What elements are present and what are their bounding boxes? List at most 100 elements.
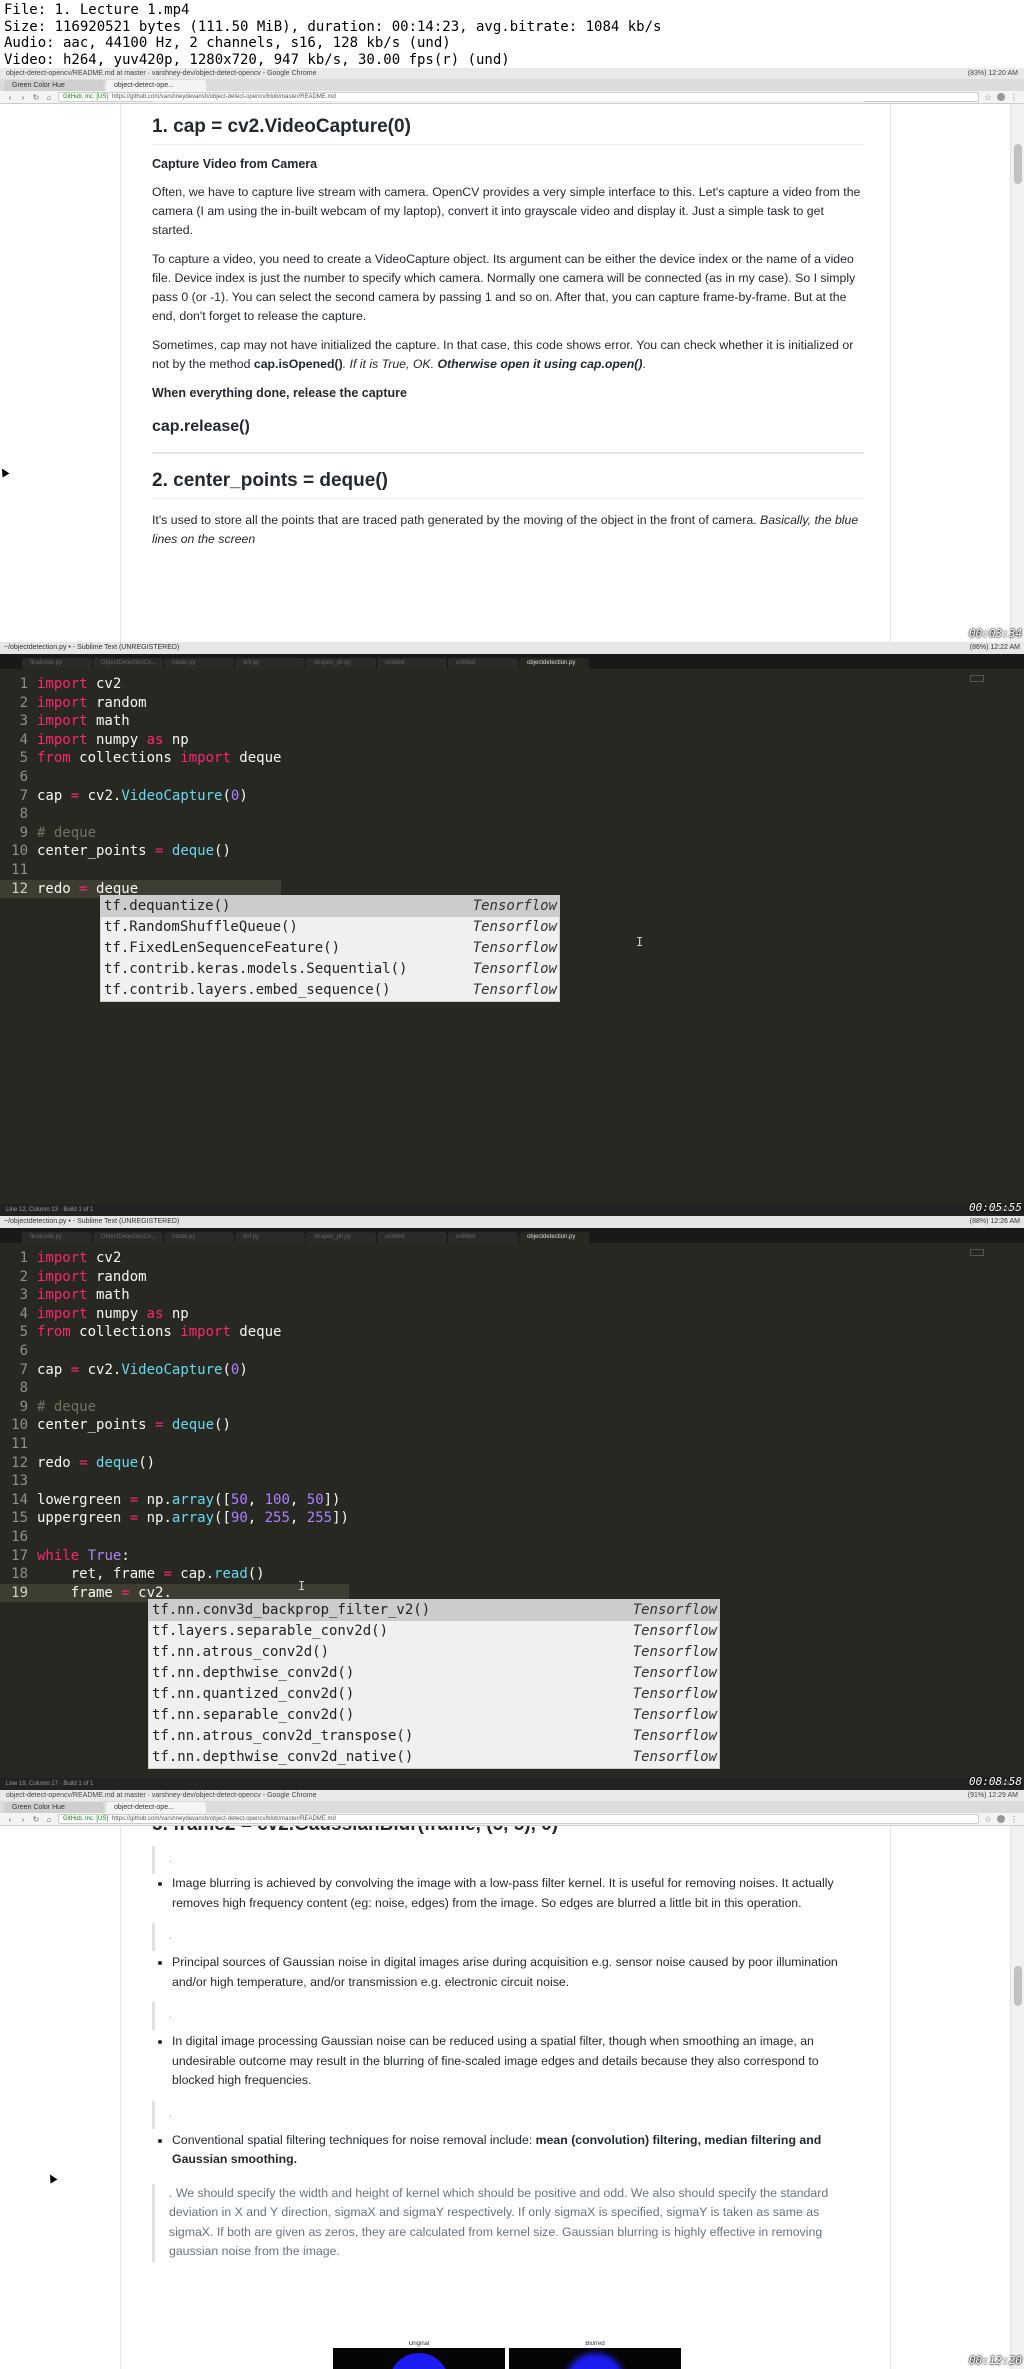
- bullet-list: Conventional spatial filtering technique…: [152, 2131, 864, 2170]
- editor-tab[interactable]: ObjectDetectionCo...: [93, 658, 163, 669]
- editor-tab[interactable]: rotate.py: [164, 1232, 234, 1243]
- system-tray: (88%) 12:26 AM: [969, 1218, 1020, 1225]
- code-editor[interactable]: 1 import cv2 2 import random 3 import math …: [0, 669, 1024, 1204]
- editor-tab[interactable]: untitled: [377, 658, 447, 669]
- address-row: ‹ › ↻ ⌂ GitHub, Inc. [US] https://github.…: [0, 91, 1024, 104]
- browser-tab[interactable]: Green Color Hue: [4, 80, 104, 91]
- editor-title: ~/objectdetection.py • - Sublime Text (U…: [4, 644, 180, 651]
- status-position: Line 12, Column 13 · Build 1 of 1: [6, 1207, 94, 1213]
- autocomplete-item[interactable]: tf.nn.depthwise_conv2d() Tensorflow: [149, 1663, 719, 1684]
- blockquote: .: [152, 1846, 864, 1874]
- back-icon[interactable]: ‹: [6, 93, 14, 102]
- autocomplete-item[interactable]: tf.contrib.layers.embed_sequence() Tensor…: [101, 980, 559, 1001]
- editor-tab[interactable]: rotate.py: [164, 658, 234, 669]
- paragraph: Often, we have to capture live stream wi…: [152, 185, 861, 237]
- code-lines: 1 import cv2 2 import random 3 import math …: [0, 675, 282, 899]
- editor-tab[interactable]: untitled: [448, 1232, 518, 1243]
- autocomplete-item[interactable]: tf.nn.atrous_conv2d_transpose() Tensorflo…: [149, 1726, 719, 1747]
- system-tray: (83%) 12:20 AM: [967, 70, 1018, 77]
- video-line: Video: h264, yuv420p, 1280x720, 947 kb/s…: [4, 51, 510, 68]
- frame-4-browser: object-detect-opencv/README.md at master…: [0, 1790, 1024, 2369]
- minimap-icon[interactable]: [970, 1249, 984, 1256]
- browser-tab-active[interactable]: object-detect-ope...: [106, 1802, 206, 1813]
- page-scrollbar[interactable]: [1010, 1826, 1024, 2369]
- editor-title: ~/objectdetection.py • - Sublime Text (U…: [4, 1218, 180, 1225]
- autocomplete-item[interactable]: tf.FixedLenSequenceFeature() Tensorflow: [101, 938, 559, 959]
- browser-tabs: Green Color Hue object-detect-ope...: [0, 79, 1024, 91]
- autocomplete-item[interactable]: tf.layers.separable_conv2d() Tensorflow: [149, 1621, 719, 1642]
- editor-tab[interactable]: finalcode.py: [22, 1232, 92, 1243]
- autocomplete-item[interactable]: tf.contrib.keras.models.Sequential() Tens…: [101, 959, 559, 980]
- window-title: object-detect-opencv/README.md at master…: [6, 70, 317, 77]
- frame-3-editor: ~/objectdetection.py • - Sublime Text (U…: [0, 1216, 1024, 1790]
- minimap-icon[interactable]: [970, 675, 984, 682]
- readme-page: 5. frame2 = cv2.GaussianBlur(frame, (5, …: [0, 1826, 1024, 2369]
- editor-tab[interactable]: shapes_pil.py: [306, 658, 376, 669]
- list-item: Conventional spatial filtering technique…: [172, 2131, 864, 2170]
- original-image: Original: [333, 2341, 505, 2369]
- address-bar[interactable]: GitHub, Inc. [US] https://github.com/vars…: [58, 1814, 979, 1824]
- autocomplete-popup: tf.nn.conv3d_backprop_filter_v2() Tensorf…: [148, 1599, 720, 1769]
- star-icon[interactable]: ☆: [984, 1815, 992, 1824]
- system-tray: (86%) 12:22 AM: [969, 644, 1020, 651]
- frame-1-browser: object-detect-opencv/README.md at master…: [0, 68, 1024, 642]
- editor-tab[interactable]: drll.py: [235, 658, 305, 669]
- code-heading: cap.release(): [152, 418, 864, 454]
- extension-icon[interactable]: [997, 1815, 1005, 1823]
- editor-tab[interactable]: untitled: [448, 658, 518, 669]
- menu-icon[interactable]: ⋮: [1010, 93, 1018, 102]
- scroll-thumb[interactable]: [1014, 1966, 1022, 2006]
- browser-tab[interactable]: Green Color Hue: [4, 1802, 104, 1813]
- autocomplete-item[interactable]: tf.nn.atrous_conv2d() Tensorflow: [149, 1642, 719, 1663]
- separator: .: [169, 1931, 172, 1942]
- audio-line: Audio: aac, 44100 Hz, 2 channels, s16, 1…: [4, 35, 451, 51]
- forward-icon[interactable]: ›: [19, 93, 27, 102]
- file-line: File: 1. Lecture 1.mp4: [4, 2, 190, 18]
- editor-tab[interactable]: untitled: [377, 1232, 447, 1243]
- browser-tab-active[interactable]: object-detect-ope...: [106, 80, 206, 91]
- browser-chrome: object-detect-opencv/README.md at master…: [0, 68, 1024, 104]
- page-scrollbar[interactable]: [1010, 104, 1024, 642]
- editor-tab[interactable]: ObjectDetectionCo...: [93, 1232, 163, 1243]
- secure-label: GitHub, Inc. [US]: [63, 1816, 109, 1822]
- editor-tab[interactable]: shapes_pil.py: [306, 1232, 376, 1243]
- home-icon[interactable]: ⌂: [45, 1815, 53, 1824]
- quote-text: . We should specify the width and height…: [169, 2185, 829, 2259]
- reload-icon[interactable]: ↻: [32, 1815, 40, 1824]
- timestamp: 00:03:34: [969, 627, 1022, 640]
- list-item: In digital image processing Gaussian noi…: [172, 2032, 864, 2091]
- autocomplete-item[interactable]: tf.RandomShuffleQueue() Tensorflow: [101, 917, 559, 938]
- menu-icon[interactable]: ⋮: [1010, 1815, 1018, 1824]
- code-editor[interactable]: 1 import cv2 2 import random 3 import math …: [0, 1243, 1024, 1778]
- bullet-list: Principal sources of Gaussian noise in d…: [152, 1953, 864, 1992]
- autocomplete-item[interactable]: tf.dequantize() Tensorflow: [101, 896, 559, 917]
- scroll-thumb[interactable]: [1014, 144, 1022, 184]
- autocomplete-item[interactable]: tf.nn.quantized_conv2d() Tensorflow: [149, 1684, 719, 1705]
- autocomplete-item[interactable]: tf.nn.depthwise_conv2d_native() Tensorflo…: [149, 1747, 719, 1768]
- url-text: https://github.com/varshneydevansh/objec…: [112, 1816, 336, 1822]
- image-row: Original Blurred: [333, 2341, 681, 2369]
- home-icon[interactable]: ⌂: [45, 93, 53, 102]
- paragraph: Sometimes, cap may not have initialized …: [152, 338, 854, 371]
- code-lines: 1 import cv2 2 import random 3 import math …: [0, 1249, 349, 1603]
- back-icon[interactable]: ‹: [6, 1815, 14, 1824]
- extension-icon[interactable]: [997, 93, 1005, 101]
- readme-article: 1. cap = cv2.VideoCapture(0) Capture Vid…: [152, 101, 864, 549]
- timestamp: 00:12:20: [969, 2354, 1022, 2367]
- autocomplete-item[interactable]: tf.nn.conv3d_backprop_filter_v2() Tensorf…: [149, 1600, 719, 1621]
- video-info-header: File: 1. Lecture 1.mp4 Size: 116920521 b…: [0, 0, 1024, 68]
- window-title-bar: object-detect-opencv/README.md at master…: [0, 68, 1024, 79]
- image-caption: Original: [333, 2341, 505, 2348]
- editor-tab-active[interactable]: objectdetection.py: [519, 658, 589, 669]
- autocomplete-item[interactable]: tf.nn.separable_conv2d() Tensorflow: [149, 1705, 719, 1726]
- timestamp: 00:05:55: [969, 1201, 1022, 1214]
- star-icon[interactable]: ☆: [984, 93, 992, 102]
- separator: .: [169, 2108, 172, 2120]
- editor-tab[interactable]: finalcode.py: [22, 658, 92, 669]
- text-cursor-icon: I: [298, 1579, 306, 1593]
- editor-tab[interactable]: drll.py: [235, 1232, 305, 1243]
- editor-tab-active[interactable]: objectdetection.py: [519, 1232, 589, 1243]
- reload-icon[interactable]: ↻: [32, 93, 40, 102]
- readme-page: 1. cap = cv2.VideoCapture(0) Capture Vid…: [0, 101, 1024, 642]
- forward-icon[interactable]: ›: [19, 1815, 27, 1824]
